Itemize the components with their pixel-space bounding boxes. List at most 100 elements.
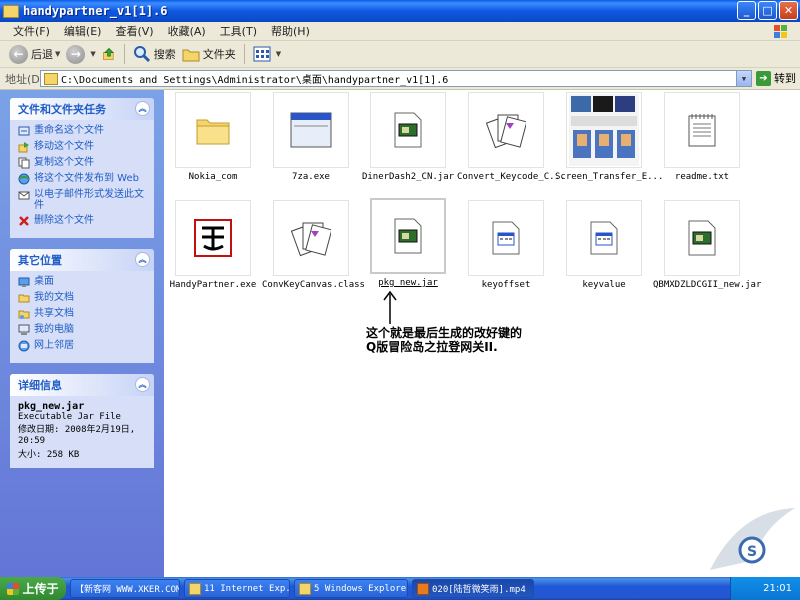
- menu-edit[interactable]: 编辑(E): [57, 23, 109, 39]
- thumbnail: [664, 200, 740, 276]
- panel-header[interactable]: 其它位置 ︽: [10, 249, 154, 271]
- detail-size: 大小: 258 KB: [18, 450, 80, 460]
- views-button[interactable]: ▼: [250, 43, 284, 66]
- task-email[interactable]: 以电子邮件形式发送此文件: [18, 189, 148, 211]
- detail-type: Executable Jar File: [18, 412, 121, 422]
- window-title: handypartner_v1[1].6: [23, 4, 168, 18]
- network-icon: [18, 340, 30, 352]
- place-network[interactable]: 网上邻居: [18, 340, 148, 352]
- task-copy[interactable]: 复制这个文件: [18, 157, 148, 169]
- place-desktop[interactable]: 桌面: [18, 276, 148, 288]
- forward-arrow-icon: →: [66, 44, 86, 64]
- file-name: keyvalue: [582, 280, 626, 290]
- thumbnail: [370, 92, 446, 168]
- annotation-text: 这个就是最后生成的改好键的Q版冒险岛之拉登网关II.: [366, 326, 523, 354]
- jar-icon: [394, 218, 422, 254]
- collapse-icon[interactable]: ︽: [135, 101, 150, 116]
- back-button[interactable]: ← 后退 ▼: [6, 43, 63, 66]
- go-label: 转到: [774, 72, 796, 85]
- taskbar-item[interactable]: 【新客网 WWW.XKER.COM】: [70, 579, 180, 598]
- chevron-down-icon[interactable]: ▼: [736, 71, 751, 86]
- taskbar-item-active[interactable]: 020[陆哲微笑雨].mp4: [412, 579, 534, 598]
- detail-filename: pkg_new.jar: [18, 401, 85, 412]
- thumbnail: [566, 200, 642, 276]
- taskbar-item-label: 5 Windows Explorer: [314, 583, 408, 594]
- taskbar-item[interactable]: 11 Internet Exp... ▼: [184, 579, 290, 598]
- menu-view[interactable]: 查看(V): [108, 23, 160, 39]
- cards-icon: [291, 222, 331, 257]
- panel-header[interactable]: 详细信息 ︽: [10, 374, 154, 396]
- search-button[interactable]: 搜索: [130, 43, 179, 66]
- panel-header[interactable]: 文件和文件夹任务 ︽: [10, 98, 154, 120]
- file-item[interactable]: QBMXDZLDCGII_new.jar: [653, 200, 762, 290]
- task-label: 以电子邮件形式发送此文件: [34, 189, 144, 211]
- file-item[interactable]: ConvKeyCanvas.class: [262, 200, 365, 290]
- taskbar-item-label: 11 Internet Exp...: [204, 583, 289, 594]
- thumbnail: [370, 198, 446, 274]
- menu-help[interactable]: 帮助(H): [264, 23, 317, 39]
- task-label: 将这个文件发布到 Web: [34, 173, 139, 184]
- file-item[interactable]: pkg_new.jar: [359, 198, 457, 288]
- start-label: 上传于: [22, 582, 59, 596]
- file-item[interactable]: Convert_Keycode_C...: [457, 92, 565, 182]
- panel-title: 文件和文件夹任务: [18, 103, 106, 116]
- thumbnail: [175, 92, 251, 168]
- details-panel: 详细信息 ︽ pkg_new.jar Executable Jar File 修…: [10, 374, 154, 468]
- thumbnail: [468, 92, 544, 168]
- svg-text:S: S: [747, 544, 757, 560]
- file-item[interactable]: keyoffset: [457, 200, 555, 290]
- file-item[interactable]: 7za.exe: [262, 92, 360, 182]
- maximize-button[interactable]: □: [758, 1, 777, 20]
- search-label: 搜索: [153, 48, 176, 61]
- delete-icon: [19, 216, 29, 226]
- file-name: DinerDash2_CN.jar: [361, 172, 455, 182]
- up-folder-button[interactable]: [99, 44, 119, 64]
- collapse-icon[interactable]: ︽: [135, 377, 150, 392]
- task-move[interactable]: 移动这个文件: [18, 141, 148, 153]
- place-label: 共享文档: [34, 308, 74, 319]
- go-button[interactable]: ➔ 转到: [756, 70, 796, 86]
- file-item[interactable]: Screen_Transfer_E...: [555, 92, 663, 182]
- file-item[interactable]: readme.txt: [653, 92, 751, 182]
- minimize-button[interactable]: _: [737, 1, 756, 20]
- folders-button[interactable]: 文件夹: [179, 43, 239, 66]
- file-name: ConvKeyCanvas.class: [262, 280, 365, 290]
- generic-file-icon: [590, 221, 618, 255]
- file-name: QBMXDZLDCGII_new.jar: [653, 280, 762, 290]
- screenshot-icon: [569, 94, 639, 166]
- jar-icon: [688, 220, 716, 256]
- handypartner-icon: [194, 219, 232, 257]
- menu-tools[interactable]: 工具(T): [213, 23, 264, 39]
- file-item[interactable]: keyvalue: [555, 200, 653, 290]
- file-item[interactable]: DinerDash2_CN.jar: [359, 92, 457, 182]
- file-item[interactable]: Nokia_com: [164, 92, 262, 182]
- place-my-documents[interactable]: 我的文档: [18, 292, 148, 304]
- desktop-icon: [18, 277, 30, 287]
- media-icon: [417, 582, 429, 595]
- menu-favorites[interactable]: 收藏(A): [161, 23, 213, 39]
- clock[interactable]: 21:01: [763, 583, 792, 594]
- start-button[interactable]: 上传于: [0, 577, 66, 600]
- address-input[interactable]: C:\Documents and Settings\Administrator\…: [40, 70, 752, 87]
- windows-logo-icon: [7, 582, 20, 595]
- other-places-panel: 其它位置 ︽ 桌面 我的文档 共享文档 我的电脑 网上邻居: [10, 249, 154, 363]
- taskbar-item[interactable]: 5 Windows Explorer ▼: [294, 579, 408, 598]
- task-publish-web[interactable]: 将这个文件发布到 Web: [18, 173, 148, 185]
- close-button[interactable]: ✕: [779, 1, 798, 20]
- task-delete[interactable]: 删除这个文件: [18, 215, 148, 227]
- task-label: 重命名这个文件: [34, 125, 104, 136]
- title-bar[interactable]: handypartner_v1[1].6 _ □ ✕: [0, 0, 800, 22]
- file-tasks-panel: 文件和文件夹任务 ︽ 重命名这个文件 移动这个文件 复制这个文件 将这个文件发布…: [10, 98, 154, 238]
- task-rename[interactable]: 重命名这个文件: [18, 125, 148, 137]
- up-folder-icon: [102, 47, 114, 60]
- thumbnail: [566, 92, 642, 168]
- forward-button[interactable]: → ▼: [63, 43, 98, 66]
- annotation-arrow-icon: [383, 290, 397, 324]
- folder-icon: [299, 582, 311, 595]
- address-bar: 地址(D) C:\Documents and Settings\Administ…: [0, 68, 800, 90]
- place-shared-documents[interactable]: 共享文档: [18, 308, 148, 320]
- place-my-computer[interactable]: 我的电脑: [18, 324, 148, 336]
- menu-file[interactable]: 文件(F): [6, 23, 57, 39]
- collapse-icon[interactable]: ︽: [135, 252, 150, 267]
- file-item[interactable]: HandyPartner.exe: [164, 200, 262, 290]
